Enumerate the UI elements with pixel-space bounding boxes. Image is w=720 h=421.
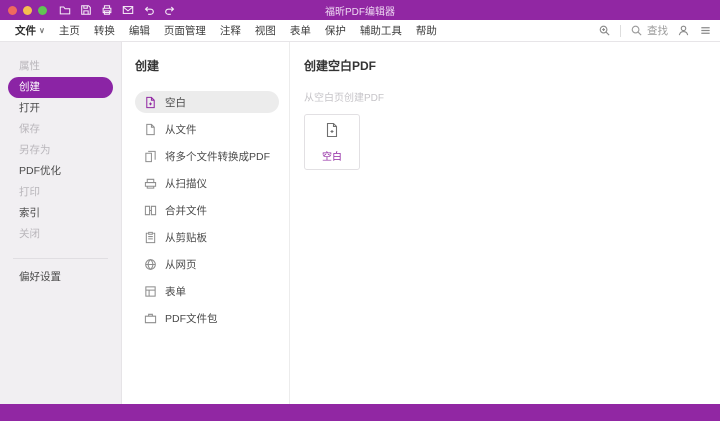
sidebar-item-print: 打印 [19,186,40,198]
create-item-from-web[interactable]: 从网页 [135,253,279,275]
menu-convert[interactable]: 转换 [87,23,122,38]
search-icon [630,24,643,37]
sidebar-item-index[interactable]: 索引 [0,203,121,224]
create-item-label: PDF文件包 [165,312,218,325]
menu-edit[interactable]: 编辑 [122,23,157,38]
create-item-label: 从扫描仪 [165,177,207,190]
from-file-icon [144,123,157,136]
create-item-label: 从文件 [165,123,197,136]
create-item-label: 空白 [165,96,186,109]
app-window: 福昕PDF编辑器 文件 ∨ 主页 转换 编辑 页面管理 注释 视图 表单 保护 … [0,0,720,421]
create-panel: 创建 空白 从文件 将多个文件转换成PDF 从扫描仪 合并文件 从剪贴板 从网页… [122,42,290,404]
form-icon [144,285,157,298]
zoom-search-icon[interactable] [598,24,611,37]
create-item-label: 从网页 [165,258,197,271]
web-page-icon [144,258,157,271]
sidebar-item-open[interactable]: 打开 [0,98,121,119]
print-icon[interactable] [101,4,113,16]
menu-help[interactable]: 帮助 [409,23,444,38]
create-panel-title: 创建 [135,59,160,73]
blank-card-label: 空白 [322,151,342,163]
menu-protect[interactable]: 保护 [318,23,353,38]
blank-page-icon [144,96,157,109]
menubar-divider [620,24,621,37]
undo-icon[interactable] [143,4,155,16]
avatar-icon[interactable] [677,24,690,37]
create-item-blank[interactable]: 空白 [135,91,279,113]
create-item-label: 从剪贴板 [165,231,207,244]
mail-icon[interactable] [122,4,134,16]
create-item-form[interactable]: 表单 [135,280,279,302]
create-list: 空白 从文件 将多个文件转换成PDF 从扫描仪 合并文件 从剪贴板 从网页 表单… [135,91,289,329]
more-menu-icon[interactable] [699,24,712,37]
menu-form[interactable]: 表单 [283,23,318,38]
menubar-right-tools: 查找 [598,23,712,38]
sidebar-item-pdf-optimize[interactable]: PDF优化 [0,161,121,182]
create-item-label: 合并文件 [165,204,207,217]
create-item-combine-multiple[interactable]: 将多个文件转换成PDF [135,145,279,167]
blank-document-icon [324,122,340,143]
detail-panel-subtitle: 从空白页创建PDF [304,93,384,104]
titlebar-quick-tools [59,4,176,16]
backstage-content: 属性 创建 打开 保存 另存为 PDF优化 打印 索引 关闭 偏好设置 创建 空… [0,42,720,404]
create-item-label: 将多个文件转换成PDF [165,150,270,163]
sidebar-item-save-as: 另存为 [19,144,51,156]
sidebar-divider [13,258,108,259]
scanner-icon [144,177,157,190]
chevron-down-icon: ∨ [39,25,45,35]
sidebar-item-properties: 属性 [19,60,40,72]
create-item-combine-files[interactable]: 合并文件 [135,199,279,221]
redo-icon[interactable] [164,4,176,16]
blank-pdf-card[interactable]: 空白 [304,114,360,170]
search-button[interactable]: 查找 [630,23,668,38]
menu-page-manage[interactable]: 页面管理 [157,23,213,38]
menu-file-label: 文件 [15,25,36,37]
sidebar-item-close: 关闭 [19,228,40,240]
create-item-pdf-portfolio[interactable]: PDF文件包 [135,307,279,329]
open-folder-icon[interactable] [59,4,71,16]
detail-panel: 创建空白PDF 从空白页创建PDF 空白 [290,42,720,404]
create-item-from-clipboard[interactable]: 从剪贴板 [135,226,279,248]
maximize-window-button[interactable] [38,5,47,15]
detail-panel-title: 创建空白PDF [304,59,377,73]
sidebar-item-save: 保存 [19,123,40,135]
menubar: 文件 ∨ 主页 转换 编辑 页面管理 注释 视图 表单 保护 辅助工具 帮助 查… [0,20,720,42]
menu-accessibility[interactable]: 辅助工具 [353,23,409,38]
multiple-files-icon [144,150,157,163]
menu-file[interactable]: 文件 ∨ [8,23,52,38]
close-window-button[interactable] [8,5,17,15]
clipboard-icon [144,231,157,244]
menu-comment[interactable]: 注释 [213,23,248,38]
save-icon[interactable] [80,4,92,16]
create-item-from-scanner[interactable]: 从扫描仪 [135,172,279,194]
window-controls [8,5,47,15]
sidebar-item-create[interactable]: 创建 [8,77,113,98]
menu-view[interactable]: 视图 [248,23,283,38]
create-item-from-file[interactable]: 从文件 [135,118,279,140]
file-sidebar: 属性 创建 打开 保存 另存为 PDF优化 打印 索引 关闭 偏好设置 [0,42,122,404]
search-label: 查找 [647,25,668,37]
minimize-window-button[interactable] [23,5,32,15]
create-item-label: 表单 [165,285,186,298]
sidebar-item-preferences[interactable]: 偏好设置 [0,267,121,288]
bottom-statusbar [0,404,720,421]
menu-home[interactable]: 主页 [52,23,87,38]
titlebar: 福昕PDF编辑器 [0,0,720,20]
pdf-portfolio-icon [144,312,157,325]
combine-files-icon [144,204,157,217]
